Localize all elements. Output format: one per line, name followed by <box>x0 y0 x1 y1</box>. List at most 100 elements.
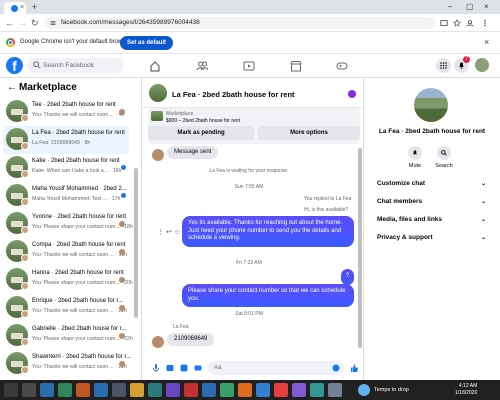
weather-icon[interactable] <box>358 384 370 396</box>
message-actions-icon[interactable]: ⋮ ↩ ☺ <box>157 228 181 236</box>
app-taskbar-icon[interactable] <box>130 383 144 397</box>
app-taskbar-icon[interactable] <box>148 383 162 397</box>
weather-text[interactable]: Temps to drop <box>374 387 409 393</box>
facebook-logo-icon[interactable]: f <box>6 57 23 74</box>
reply-message-bubble[interactable]: Yes its available. Thanks for reaching o… <box>182 216 354 247</box>
search-taskbar-icon[interactable] <box>22 383 36 397</box>
reload-icon[interactable]: ↻ <box>31 18 39 28</box>
conversation-item[interactable]: Hanna · 2bed 2bath house for rent You: Pl… <box>3 266 133 294</box>
sticker-icon[interactable] <box>180 364 188 372</box>
app-taskbar-icon[interactable] <box>40 383 54 397</box>
listing-detail[interactable]: $900 – 2bed 2bath house for rent <box>166 118 240 124</box>
message-input[interactable] <box>208 361 344 375</box>
account-avatar[interactable] <box>475 58 489 72</box>
seen-avatar <box>119 361 125 367</box>
start-icon[interactable] <box>4 383 18 397</box>
new-tab-icon[interactable]: + <box>32 2 37 12</box>
like-icon[interactable] <box>350 364 358 372</box>
app-taskbar-icon[interactable] <box>184 383 198 397</box>
app-taskbar-icon[interactable] <box>166 383 180 397</box>
chat-members-section[interactable]: Chat members ⌄ <box>377 195 492 209</box>
microphone-icon[interactable] <box>152 364 160 372</box>
close-infobar-icon[interactable]: × <box>484 37 489 47</box>
conversation-item[interactable]: Shawnterri · 2bed 2bath house for r... Yo… <box>3 350 131 378</box>
conversation-item[interactable]: Compa · 2bed 2bath house for rent You: Th… <box>3 238 129 266</box>
media-files-section[interactable]: Media, files and links ⌄ <box>377 213 492 227</box>
friends-icon[interactable] <box>196 60 208 72</box>
watch-icon[interactable] <box>243 60 255 72</box>
contact-request-bubble[interactable]: Please share your contact number so that… <box>182 284 354 307</box>
more-options-button[interactable]: More options <box>258 126 360 140</box>
sender-avatar <box>152 336 164 348</box>
listing-thumbnail[interactable] <box>151 111 163 121</box>
back-icon[interactable]: ← <box>5 18 14 28</box>
mark-as-pending-button[interactable]: Mark as pending <box>148 126 254 140</box>
buyer-avatar <box>21 366 29 374</box>
question-bubble[interactable]: ? <box>341 269 354 285</box>
app-taskbar-icon[interactable] <box>292 383 306 397</box>
mute-button[interactable] <box>408 146 422 160</box>
conversation-item[interactable]: La Fea · 2bed 2bath house for rent La Fea… <box>3 126 129 154</box>
menu-dots-icon[interactable] <box>481 19 489 27</box>
conversation-item[interactable]: Gabrielle · 2bed 2bath house for r... You… <box>3 322 133 350</box>
conversation-item[interactable]: Maha Yousif Mohammed · 2bed 2... Maha You… <box>3 182 129 210</box>
browser-tab-facebook[interactable]: × <box>4 2 26 14</box>
section-label: Customize chat <box>377 180 426 187</box>
conversation-item[interactable]: Yvonne · 2bed 2bath house for rent You: P… <box>3 210 133 238</box>
app-taskbar-icon[interactable] <box>220 383 234 397</box>
phone-number-bubble[interactable]: 2109069649 <box>167 333 215 346</box>
app-taskbar-icon[interactable] <box>310 383 324 397</box>
conversation-item[interactable]: Enrique · 2bed 2bath house for r... You: … <box>3 294 129 322</box>
listing-profile-picture[interactable] <box>414 88 448 122</box>
emoji-icon[interactable] <box>332 364 340 372</box>
customize-chat-section[interactable]: Customize chat ⌄ <box>377 177 492 191</box>
set-default-button[interactable]: Set as default <box>120 36 174 50</box>
address-input[interactable]: facebook.com/messages/t/2643598997600443… <box>45 17 435 29</box>
gif-icon[interactable] <box>194 364 202 372</box>
timestamp-1: Sun 7:55 AM <box>234 184 264 190</box>
chrome-logo-icon <box>6 38 15 47</box>
chat-avatar[interactable] <box>149 84 167 102</box>
buyer-avatar <box>21 254 29 262</box>
chat-title[interactable]: La Fea · 2bed 2bath house for rent <box>172 90 295 99</box>
forward-icon[interactable]: → <box>18 18 27 28</box>
buyer-avatar <box>21 142 29 150</box>
search-conversation-button[interactable] <box>437 146 451 160</box>
app-taskbar-icon[interactable] <box>112 383 126 397</box>
system-clock[interactable]: 4:12 AM 1/18/2026 <box>455 383 477 397</box>
menu-grid-button[interactable] <box>436 58 451 73</box>
bookmark-star-icon[interactable] <box>453 19 461 27</box>
app-taskbar-icon[interactable] <box>328 383 342 397</box>
app-taskbar-icon[interactable] <box>76 383 90 397</box>
close-window-icon[interactable]: × <box>484 2 489 12</box>
thread-scrollbar[interactable] <box>358 148 362 348</box>
maximize-icon[interactable]: ▢ <box>466 2 474 12</box>
gaming-icon[interactable] <box>336 60 348 72</box>
app-taskbar-icon[interactable] <box>238 383 252 397</box>
inbox-scrollbar[interactable] <box>134 168 138 318</box>
conversation-item[interactable]: Tee · 2bed 2bath house for rent You: Than… <box>3 98 129 126</box>
facebook-search-input[interactable]: Search Facebook <box>27 58 124 73</box>
app-taskbar-icon[interactable] <box>58 383 72 397</box>
app-taskbar-icon[interactable] <box>256 383 270 397</box>
profile-icon[interactable] <box>466 19 474 27</box>
home-icon[interactable] <box>149 60 161 72</box>
app-taskbar-icon[interactable] <box>202 383 216 397</box>
message-sent-bubble[interactable]: Message sent <box>167 146 219 159</box>
app-taskbar-icon[interactable] <box>94 383 108 397</box>
close-tab-icon[interactable]: × <box>20 4 24 12</box>
chat-info-icon[interactable] <box>348 90 356 98</box>
section-label: Chat members <box>377 198 423 205</box>
conversation-preview: You: Thanks we will contact soon ... · 4… <box>32 112 125 118</box>
marketplace-icon[interactable] <box>290 60 302 72</box>
conversation-preview: Maha Yousif Mohammed: Text ... · 17h <box>32 196 121 202</box>
listing-card: Marketplace $900 – 2bed 2bath house for … <box>148 108 360 144</box>
chrome-taskbar-icon[interactable] <box>274 383 288 397</box>
minimize-icon[interactable]: – <box>448 2 452 12</box>
back-arrow-icon[interactable]: ← <box>7 82 17 94</box>
privacy-support-section[interactable]: Privacy & support ⌄ <box>377 231 492 245</box>
conversation-item[interactable]: Katie · 2bed 2bath house for rent Katie: … <box>3 154 129 182</box>
photo-icon[interactable] <box>166 364 174 372</box>
site-info-icon[interactable] <box>49 19 57 27</box>
install-app-icon[interactable] <box>440 19 448 27</box>
